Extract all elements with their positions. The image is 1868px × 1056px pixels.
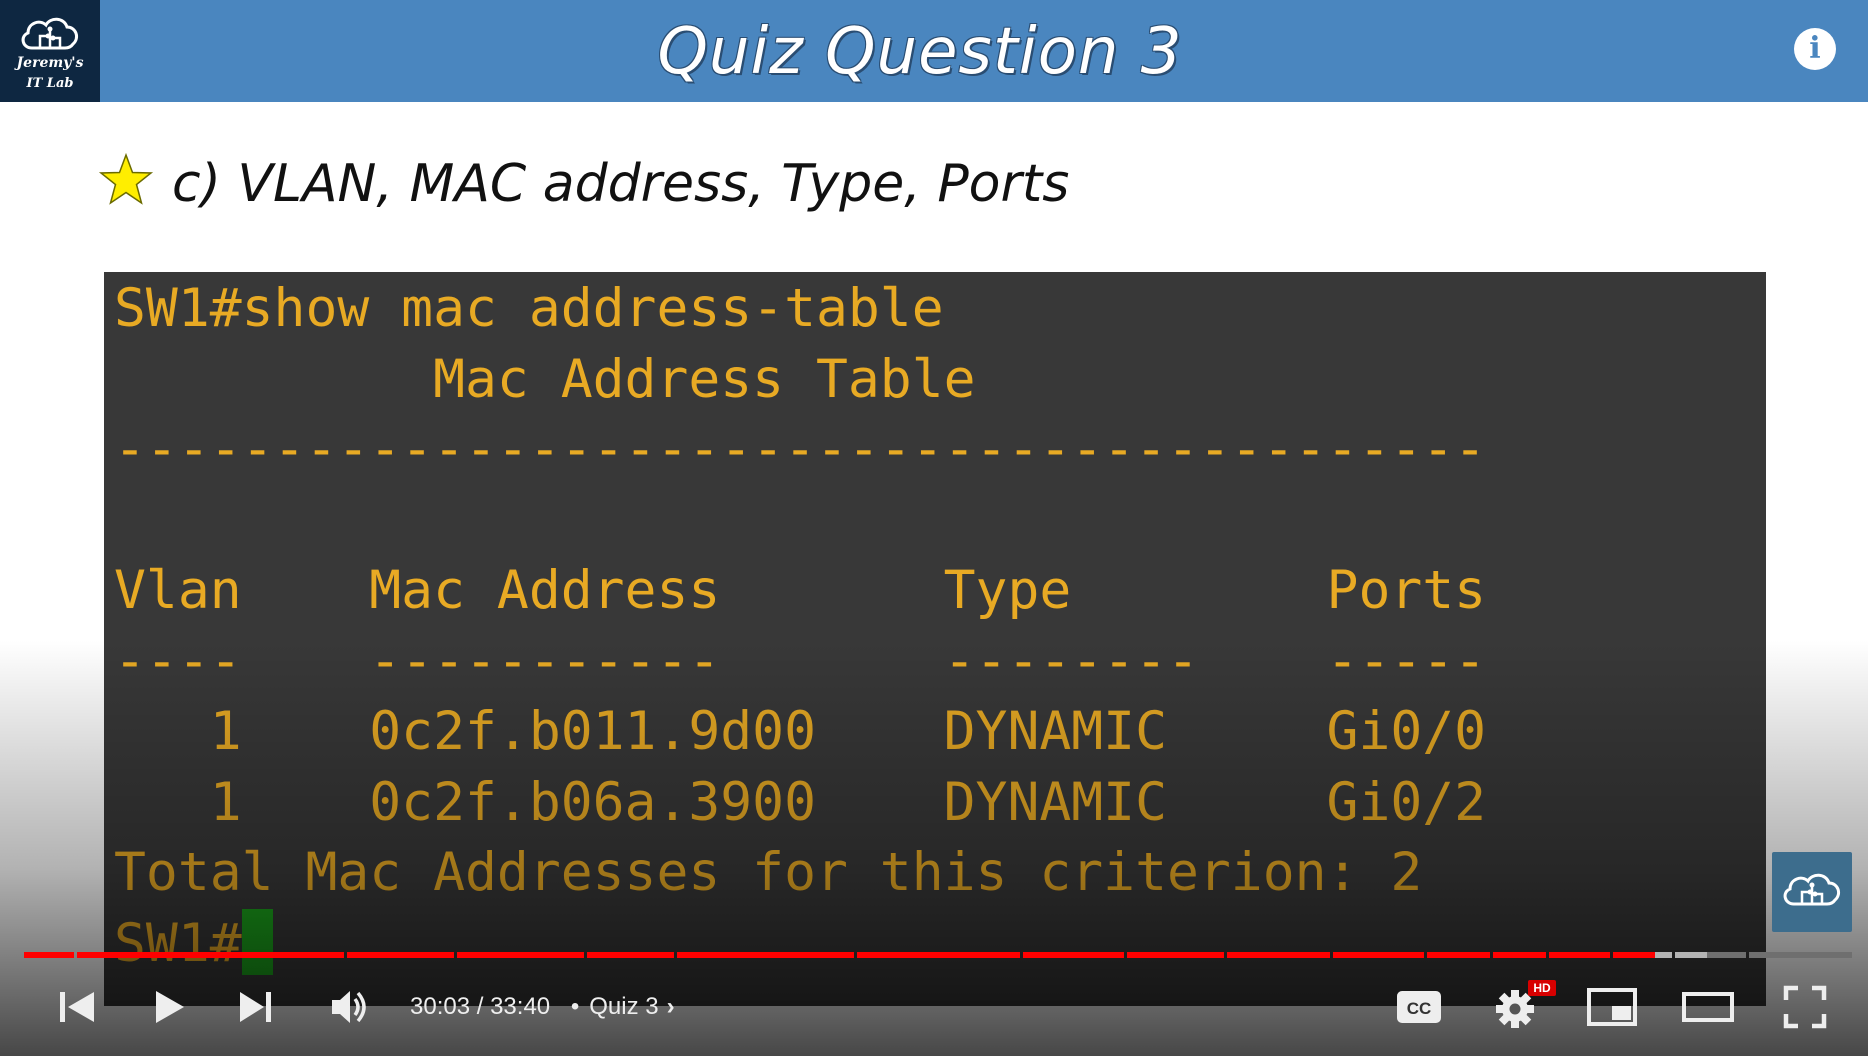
progress-segment[interactable] [347,952,454,958]
progress-segment[interactable] [1493,952,1546,958]
terminal-prompt: SW1# [114,912,242,974]
closed-captions-icon: CC [1397,991,1441,1023]
logo-text-line1: Jeremy's [16,55,84,71]
progress-segment[interactable] [77,952,344,958]
time-separator: / [476,993,484,1020]
progress-segment[interactable] [677,952,854,958]
progress-segment[interactable] [457,952,584,958]
logo-text-line2: IT Lab [26,76,74,91]
next-button[interactable] [234,978,278,1036]
miniplayer-button[interactable] [1584,978,1640,1036]
progress-segment[interactable] [24,952,74,958]
terminal-text: SW1#show mac address-table Mac Address T… [114,274,1486,979]
terminal-line: ----------------------------------------… [114,419,1487,480]
terminal-line: ---- ----------- -------- ----- [114,630,1487,692]
progress-segment[interactable] [587,952,674,958]
svg-text:CC: CC [1407,999,1432,1018]
subtitles-button[interactable]: CC [1394,978,1444,1036]
hd-badge: HD [1528,980,1556,996]
progress-segment[interactable] [1654,952,1672,958]
terminal-line: 1 0c2f.b011.9d00 DYNAMIC Gi0/0 [114,701,1487,762]
chapter-title[interactable]: Quiz 3 [589,993,658,1020]
progress-segment[interactable] [1706,952,1746,958]
info-icon[interactable]: i [1794,28,1836,70]
play-icon [156,991,184,1023]
skip-next-icon [240,992,271,1022]
separator-dot: • [570,993,580,1020]
channel-watermark[interactable] [1772,852,1852,932]
progress-segment[interactable] [1333,952,1424,958]
progress-segment[interactable] [1675,952,1707,958]
terminal-line: Vlan Mac Address Type Ports [114,560,1487,621]
progress-segment[interactable] [1749,952,1852,958]
answer-text: c) VLAN, MAC address, Type, Ports [172,154,1070,214]
progress-segment[interactable] [1127,952,1224,958]
progress-segment[interactable] [857,952,1020,958]
progress-segment[interactable] [1227,952,1330,958]
cloud-circuit-icon [1783,873,1841,906]
skip-previous-icon [60,992,94,1022]
current-time: 30:03 [410,993,471,1020]
progress-bar[interactable] [24,952,1852,958]
volume-icon [332,991,366,1023]
duration: 33:40 [490,993,551,1020]
terminal-cursor [241,908,273,975]
miniplayer-icon [1587,988,1637,1026]
terminal-output: SW1#show mac address-table Mac Address T… [104,272,1766,1006]
play-button[interactable] [146,978,190,1036]
cloud-circuit-icon [21,17,79,50]
channel-logo: Jeremy's IT Lab [0,0,100,102]
terminal-line: 1 0c2f.b06a.3900 DYNAMIC Gi0/2 [114,771,1487,833]
terminal-line: Total Mac Addresses for this criterion: … [114,842,1423,903]
progress-segment[interactable] [1023,952,1124,958]
volume-button[interactable] [326,978,374,1036]
terminal-line: Mac Address Table [114,348,976,410]
slide-title: Quiz Question 3 [657,15,1183,89]
chevron-right-icon[interactable]: › [667,990,675,1024]
fullscreen-icon [1783,985,1827,1029]
terminal-line: SW1#show mac address-table [114,278,944,339]
progress-segment[interactable] [1549,952,1610,958]
fullscreen-button[interactable] [1780,978,1830,1036]
theater-mode-icon [1682,992,1734,1022]
time-display: 30:03 / 33:40 • Quiz 3 › [410,990,675,1024]
progress-segment[interactable] [1427,952,1490,958]
progress-segment[interactable] [1613,952,1655,958]
star-icon [98,152,154,205]
slide-header: Jeremy's IT Lab Quiz Question 3 i [0,0,1868,102]
previous-button[interactable] [54,978,98,1036]
theater-mode-button[interactable] [1680,978,1736,1036]
